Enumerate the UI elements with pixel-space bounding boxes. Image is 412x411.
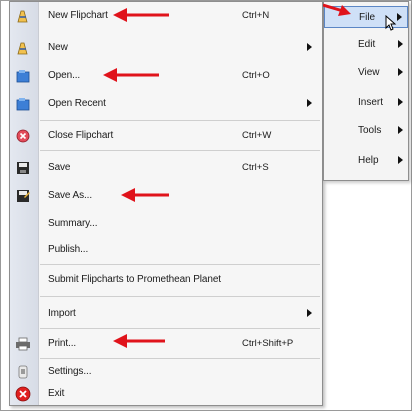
menu-item-label: Submit Flipcharts to Promethean Planet <box>48 274 221 285</box>
menu-item-shortcut: Ctrl+O <box>242 70 270 81</box>
menu-separator <box>40 264 320 265</box>
submenu-arrow-icon <box>398 40 403 48</box>
screenshot-frame: New Flipchart Ctrl+N New Open... Ctrl+O … <box>0 0 412 411</box>
menu-separator <box>40 328 320 329</box>
menu-item-new[interactable]: New <box>10 38 322 58</box>
submenu-arrow-icon <box>307 43 312 51</box>
save-icon <box>14 159 32 177</box>
menu-item-label: New Flipchart <box>48 10 108 21</box>
menu-item-shortcut: Ctrl+W <box>242 130 272 141</box>
menu-item-open-recent[interactable]: Open Recent <box>10 94 322 114</box>
submenu-arrow-icon <box>398 126 403 134</box>
menu-bar-label: View <box>358 67 380 78</box>
menu-item-settings[interactable]: Settings... <box>10 362 322 382</box>
menu-bar-label: Edit <box>358 39 376 50</box>
annotation-arrow-icon <box>121 188 169 202</box>
new-flipchart-icon <box>14 7 32 25</box>
submenu-arrow-icon <box>398 68 403 76</box>
menu-item-label: Open... <box>48 70 81 81</box>
printer-icon <box>14 335 32 353</box>
new-icon <box>14 39 32 57</box>
menu-item-shortcut: Ctrl+N <box>242 10 270 21</box>
menu-item-submit-flipcharts[interactable]: Submit Flipcharts to Promethean Planet <box>10 270 322 290</box>
menu-item-label: Exit <box>48 388 65 399</box>
menu-item-close-flipchart[interactable]: Close Flipchart Ctrl+W <box>10 126 322 146</box>
menu-bar-tools[interactable]: Tools <box>324 120 408 142</box>
menu-separator <box>40 358 320 359</box>
menu-item-label: Import <box>48 308 76 319</box>
menu-item-exit[interactable]: Exit <box>10 384 322 404</box>
menu-item-save[interactable]: Save Ctrl+S <box>10 158 322 178</box>
close-flipchart-icon <box>14 127 32 145</box>
menu-item-label: Open Recent <box>48 98 106 109</box>
menu-bar-label: Help <box>358 155 379 166</box>
open-recent-icon <box>14 95 32 113</box>
submenu-arrow-icon <box>307 309 312 317</box>
menu-separator <box>40 120 320 121</box>
menu-item-shortcut: Ctrl+Shift+P <box>242 338 294 349</box>
exit-icon <box>14 385 32 403</box>
menu-bar-label: File <box>359 12 376 23</box>
menu-item-label: Summary... <box>48 218 98 229</box>
menu-item-import[interactable]: Import <box>10 304 322 324</box>
menu-item-publish[interactable]: Publish... <box>10 240 322 260</box>
menu-item-label: Close Flipchart <box>48 130 114 141</box>
mouse-cursor-icon <box>385 15 397 31</box>
annotation-arrow-icon <box>113 8 169 22</box>
menu-bar-help[interactable]: Help <box>324 150 408 172</box>
annotation-arrow-icon <box>323 3 351 16</box>
submenu-arrow-icon <box>398 98 403 106</box>
submenu-arrow-icon <box>398 156 403 164</box>
settings-icon <box>14 363 32 381</box>
menu-bar-view[interactable]: View <box>324 62 408 84</box>
annotation-arrow-icon <box>103 68 159 82</box>
menu-bar-insert[interactable]: Insert <box>324 92 408 114</box>
menu-item-label: Publish... <box>48 244 89 255</box>
menu-bar-edit[interactable]: Edit <box>324 34 408 56</box>
save-as-icon <box>14 187 32 205</box>
menu-item-label: Save As... <box>48 190 93 201</box>
menu-item-open[interactable]: Open... Ctrl+O <box>10 66 322 86</box>
submenu-arrow-icon <box>397 13 402 21</box>
menu-item-summary[interactable]: Summary... <box>10 214 322 234</box>
menu-item-shortcut: Ctrl+S <box>242 162 269 173</box>
menu-bar-label: Insert <box>358 97 384 108</box>
menu-item-label: New <box>48 42 68 53</box>
menu-item-label: Print... <box>48 338 77 349</box>
menu-separator <box>40 150 320 151</box>
menu-item-label: Save <box>48 162 71 173</box>
open-icon <box>14 67 32 85</box>
menu-item-label: Settings... <box>48 366 92 377</box>
submenu-arrow-icon <box>307 99 312 107</box>
annotation-arrow-icon <box>113 334 165 348</box>
menu-separator <box>40 296 320 297</box>
menu-bar-label: Tools <box>358 125 382 136</box>
